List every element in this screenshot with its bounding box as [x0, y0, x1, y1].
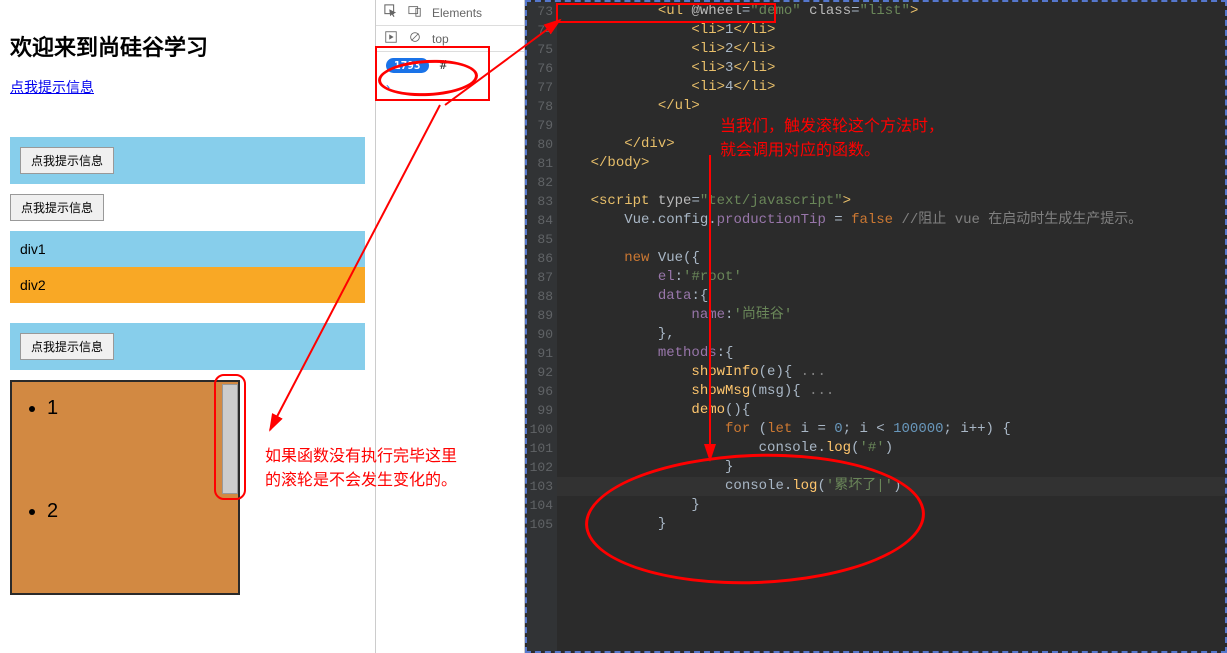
- info-button-1[interactable]: 点我提示信息: [20, 147, 114, 174]
- code-line[interactable]: [557, 230, 1225, 249]
- line-number: 85: [527, 230, 553, 249]
- info-button-2[interactable]: 点我提示信息: [10, 194, 104, 221]
- line-number: 104: [527, 496, 553, 515]
- page-title: 欢迎来到尚硅谷学习: [10, 30, 365, 62]
- code-line[interactable]: name:'尚硅谷': [557, 306, 1225, 325]
- list: 1 2: [12, 382, 238, 523]
- annotation-circle-scrollbar: [214, 374, 246, 500]
- code-line[interactable]: showMsg(msg){ ...: [557, 382, 1225, 401]
- code-line[interactable]: <li>3</li>: [557, 59, 1225, 78]
- line-number: 74: [527, 21, 553, 40]
- clear-icon[interactable]: [408, 30, 422, 47]
- blue-box-2: 点我提示信息: [10, 323, 365, 370]
- line-number: 86: [527, 249, 553, 268]
- info-button-3[interactable]: 点我提示信息: [20, 333, 114, 360]
- code-area[interactable]: <ul @wheel="demo" class="list"> <li>1</l…: [557, 2, 1225, 534]
- line-number: 99: [527, 401, 553, 420]
- code-line[interactable]: <li>2</li>: [557, 40, 1225, 59]
- list-item: 2: [47, 500, 238, 523]
- code-line[interactable]: methods:{: [557, 344, 1225, 363]
- info-link[interactable]: 点我提示信息: [10, 77, 94, 97]
- code-line[interactable]: for (let i = 0; i < 100000; i++) {: [557, 420, 1225, 439]
- code-line[interactable]: },: [557, 325, 1225, 344]
- code-line[interactable]: demo(){: [557, 401, 1225, 420]
- code-line[interactable]: console.log('#'): [557, 439, 1225, 458]
- code-line[interactable]: el:'#root': [557, 268, 1225, 287]
- code-line[interactable]: Vue.config.productionTip = false //阻止 vu…: [557, 211, 1225, 230]
- code-line[interactable]: data:{: [557, 287, 1225, 306]
- div2-box: div2: [10, 267, 365, 303]
- line-number: 83: [527, 192, 553, 211]
- scroll-list-box[interactable]: 1 2: [10, 380, 240, 595]
- line-number: 76: [527, 59, 553, 78]
- inspect-icon[interactable]: [384, 4, 398, 21]
- code-line[interactable]: <script type="text/javascript">: [557, 192, 1225, 211]
- line-number: 75: [527, 40, 553, 59]
- annotation-box-ul: [556, 3, 776, 23]
- tab-elements[interactable]: Elements: [432, 6, 482, 20]
- line-number: 100: [527, 420, 553, 439]
- blue-box-1: 点我提示信息: [10, 137, 365, 184]
- line-number: 89: [527, 306, 553, 325]
- browser-page: 欢迎来到尚硅谷学习 点我提示信息 点我提示信息 点我提示信息 div1 div2…: [0, 0, 375, 653]
- device-icon[interactable]: [408, 4, 422, 21]
- line-number: 77: [527, 78, 553, 97]
- code-line[interactable]: showInfo(e){ ...: [557, 363, 1225, 382]
- line-number: 96: [527, 382, 553, 401]
- line-number: 82: [527, 173, 553, 192]
- code-line[interactable]: <li>1</li>: [557, 21, 1225, 40]
- line-number: 88: [527, 287, 553, 306]
- code-line[interactable]: <li>4</li>: [557, 78, 1225, 97]
- line-number: 79: [527, 116, 553, 135]
- line-number: 102: [527, 458, 553, 477]
- devtools-tabs: Elements: [376, 0, 524, 26]
- line-number: 101: [527, 439, 553, 458]
- context-top[interactable]: top: [432, 32, 449, 46]
- line-number: 105: [527, 515, 553, 534]
- code-line[interactable]: </ul>: [557, 97, 1225, 116]
- line-number: 91: [527, 344, 553, 363]
- line-number: 84: [527, 211, 553, 230]
- line-number: 103: [527, 477, 553, 496]
- div1-box: div1: [10, 231, 365, 267]
- annotation-text-1: 当我们，触发滚轮这个方法时， 就会调用对应的函数。: [720, 115, 1020, 163]
- line-number: 78: [527, 97, 553, 116]
- code-line[interactable]: new Vue({: [557, 249, 1225, 268]
- line-number: 92: [527, 363, 553, 382]
- list-item: 1: [47, 397, 238, 420]
- line-number: 90: [527, 325, 553, 344]
- line-gutter: 7374757677787980818283848586878889909192…: [527, 2, 557, 651]
- line-number: 81: [527, 154, 553, 173]
- annotation-text-2: 如果函数没有执行完毕这里 的滚轮是不会发生变化的。: [265, 445, 465, 493]
- line-number: 87: [527, 268, 553, 287]
- line-number: 80: [527, 135, 553, 154]
- line-number: 73: [527, 2, 553, 21]
- play-icon[interactable]: [384, 30, 398, 47]
- code-line[interactable]: [557, 173, 1225, 192]
